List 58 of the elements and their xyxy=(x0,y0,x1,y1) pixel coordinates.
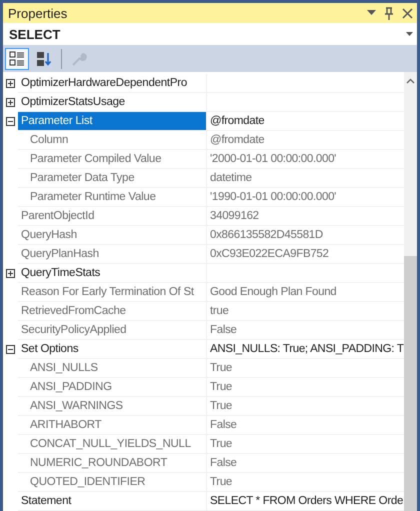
property-name[interactable]: QueryPlanHash xyxy=(18,245,207,264)
property-name[interactable]: Parameter Data Type xyxy=(18,169,207,188)
property-name[interactable]: Parameter Compiled Value xyxy=(18,150,207,169)
caret-icon[interactable] xyxy=(406,32,413,36)
property-name[interactable]: CONCAT_NULL_YIELDS_NULL xyxy=(18,435,207,454)
property-value: False xyxy=(207,416,404,435)
property-value: True xyxy=(207,435,404,454)
property-value: True xyxy=(207,473,404,492)
property-name[interactable]: ARITHABORT xyxy=(18,416,207,435)
expand-icon[interactable] xyxy=(6,269,15,278)
object-selector[interactable]: SELECT xyxy=(9,26,406,42)
property-value: 34099162 xyxy=(207,207,404,226)
property-value[interactable]: SELECT * FROM Orders WHERE Orde xyxy=(207,492,404,511)
property-name[interactable]: ANSI_NULLS xyxy=(18,359,207,378)
property-name[interactable]: QueryTimeStats xyxy=(18,264,207,283)
property-name[interactable]: Reason For Early Termination Of St xyxy=(18,283,207,302)
property-value: False xyxy=(207,321,404,340)
property-name[interactable]: Parameter Runtime Value xyxy=(18,188,207,207)
property-value: '1990-01-01 00:00:00.000' xyxy=(207,188,404,207)
collapse-icon[interactable] xyxy=(6,117,15,126)
property-value: datetime xyxy=(207,169,404,188)
property-value: 0x866135582D45581D xyxy=(207,226,404,245)
property-name[interactable]: OptimizerHardwareDependentPro xyxy=(18,74,207,93)
property-name[interactable]: Column xyxy=(18,131,207,150)
property-value: true xyxy=(207,302,404,321)
property-value: True xyxy=(207,359,404,378)
property-name[interactable]: ANSI_PADDING xyxy=(18,378,207,397)
property-name[interactable]: Set Options xyxy=(18,340,207,359)
categorized-icon xyxy=(9,51,25,67)
property-value[interactable]: @fromdate xyxy=(207,112,404,131)
property-value: 0xC93E022ECA9FB752 xyxy=(207,245,404,264)
property-name[interactable]: ANSI_WARNINGS xyxy=(18,397,207,416)
scrollbar[interactable] xyxy=(404,72,417,511)
property-value[interactable]: ANSI_NULLS: True; ANSI_PADDING: T xyxy=(207,340,404,359)
property-value: '2000-01-01 00:00:00.000' xyxy=(207,150,404,169)
collapse-icon[interactable] xyxy=(6,345,15,354)
expand-icon[interactable] xyxy=(6,79,15,88)
property-value: @fromdate xyxy=(207,131,404,150)
property-name[interactable]: RetrievedFromCache xyxy=(18,302,207,321)
property-name[interactable]: SecurityPolicyApplied xyxy=(18,321,207,340)
scroll-up-icon[interactable] xyxy=(406,78,415,84)
property-value: True xyxy=(207,378,404,397)
window-title: Properties xyxy=(8,6,68,20)
property-value: Good Enough Plan Found xyxy=(207,283,404,302)
dropdown-icon[interactable] xyxy=(367,10,376,16)
property-name[interactable]: QUOTED_IDENTIFIER xyxy=(18,473,207,492)
property-name[interactable]: QueryHash xyxy=(18,226,207,245)
property-name[interactable]: Statement xyxy=(18,492,207,511)
property-name[interactable]: NUMERIC_ROUNDABORT xyxy=(18,454,207,473)
toolbar-button[interactable] xyxy=(5,48,29,70)
pin-icon[interactable] xyxy=(384,6,394,20)
expand-icon[interactable] xyxy=(6,98,15,107)
property-name[interactable]: Parameter List xyxy=(18,112,207,131)
wrench-icon xyxy=(71,51,87,67)
property-value: True xyxy=(207,397,404,416)
property-name[interactable]: ParentObjectId xyxy=(18,207,207,226)
close-icon[interactable] xyxy=(402,8,413,18)
property-value: False xyxy=(207,454,404,473)
